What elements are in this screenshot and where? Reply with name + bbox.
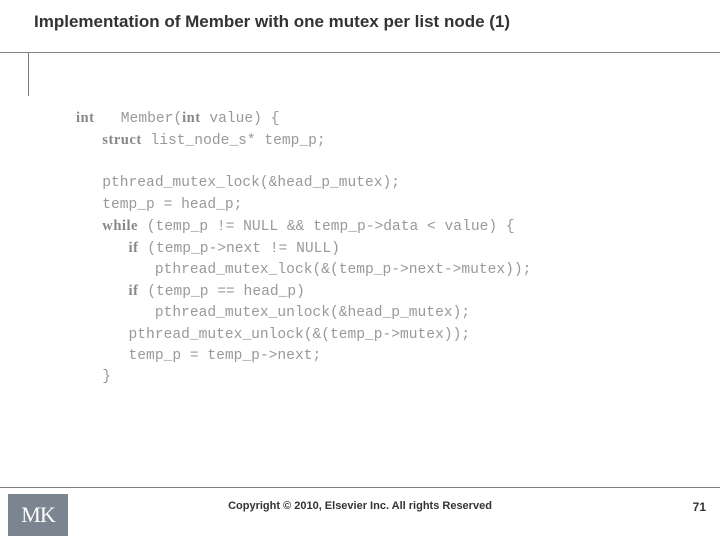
slide-title: Implementation of Member with one mutex … bbox=[34, 12, 510, 32]
kw-if-2: if bbox=[129, 283, 139, 299]
title-bar: Implementation of Member with one mutex … bbox=[0, 12, 720, 64]
kw-struct: struct bbox=[102, 132, 141, 148]
code-frag bbox=[76, 219, 102, 235]
kw-int: int bbox=[76, 110, 95, 126]
code-frag: (temp_p != NULL && temp_p->data < value)… bbox=[138, 219, 515, 235]
copyright-notice: Copyright © 2010, Elsevier Inc. All righ… bbox=[0, 500, 720, 512]
code-frag: temp_p = head_p; bbox=[76, 197, 242, 213]
code-frag bbox=[76, 133, 102, 149]
title-rule-horizontal bbox=[0, 52, 720, 53]
code-frag: pthread_mutex_unlock(&head_p_mutex); bbox=[76, 305, 470, 321]
code-frag: pthread_mutex_lock(&head_p_mutex); bbox=[76, 175, 400, 191]
code-frag: pthread_mutex_lock(&(temp_p->next->mutex… bbox=[76, 262, 531, 278]
code-frag: temp_p = temp_p->next; bbox=[76, 348, 321, 364]
footer-rule bbox=[0, 487, 720, 488]
kw-int-2: int bbox=[182, 110, 201, 126]
code-frag: pthread_mutex_unlock(&(temp_p->mutex)); bbox=[76, 327, 470, 343]
code-frag: (temp_p->next != NULL) bbox=[138, 241, 339, 257]
code-frag: } bbox=[76, 369, 111, 385]
page-number: 71 bbox=[693, 500, 706, 514]
kw-if-1: if bbox=[129, 240, 139, 256]
code-frag: Member( bbox=[95, 111, 183, 127]
code-frag bbox=[76, 284, 129, 300]
kw-while: while bbox=[102, 218, 138, 234]
code-listing: int Member(int value) { struct list_node… bbox=[76, 108, 531, 388]
code-frag: value) { bbox=[201, 111, 280, 127]
code-frag: (temp_p == head_p) bbox=[138, 284, 304, 300]
code-frag bbox=[76, 241, 129, 257]
title-rule-vertical bbox=[28, 52, 29, 96]
code-frag: list_node_s* temp_p; bbox=[142, 133, 326, 149]
